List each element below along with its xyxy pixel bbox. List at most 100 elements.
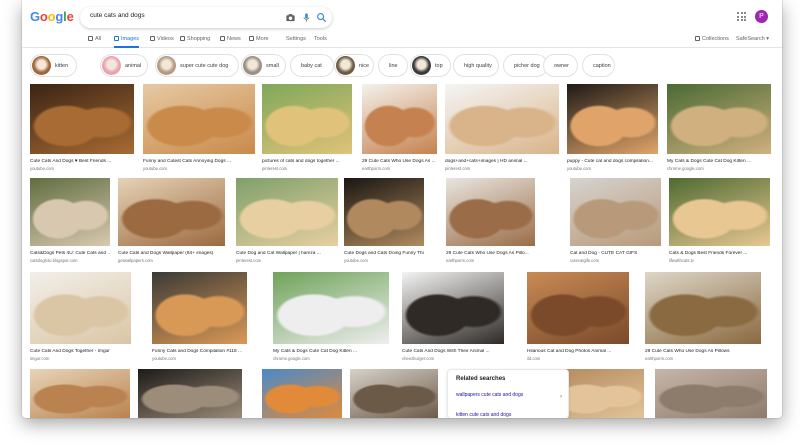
image-result[interactable]: Cute Cats And Dogs ♥ Best Friends ... you… xyxy=(30,84,134,176)
chip-caption[interactable]: caption xyxy=(582,54,615,77)
chip-small[interactable]: small xyxy=(241,54,286,77)
result-title[interactable]: My Cats & Dogs Cute Cat Dog Kitten ... xyxy=(667,159,771,164)
chip-baby-cat[interactable]: baby cat xyxy=(290,54,334,77)
result-thumbnail[interactable] xyxy=(30,369,130,418)
related-search-item[interactable]: kitten cute cats and dogs xyxy=(456,412,562,418)
tab-shopping[interactable]: Shopping xyxy=(180,36,210,48)
collections-link[interactable]: Collections xyxy=(695,36,729,48)
image-result[interactable]: Cats & Dogs Best Friends Forever ... life… xyxy=(669,178,770,268)
result-thumbnail[interactable] xyxy=(527,272,629,344)
image-result[interactable] xyxy=(262,369,342,418)
result-title[interactable]: puppy - Cute cat and dogs compilation... xyxy=(567,159,658,164)
chip-line[interactable]: line xyxy=(378,54,408,77)
image-result[interactable]: Hilarious Cat and Dog Photos Animal ... i… xyxy=(527,272,629,366)
result-title[interactable]: Cute Dogs and Cats Doing Funny Thin... xyxy=(344,251,424,256)
result-title[interactable]: Cute Cats And Dogs Together - Imgur xyxy=(30,349,131,354)
image-result[interactable]: Cats&Dogs Pets 4U: Cute Cats and ... cats… xyxy=(30,178,110,268)
result-title[interactable]: 29 Cute Cats Who Use Dogs As Pillo... xyxy=(446,251,535,256)
image-result[interactable] xyxy=(350,369,438,418)
result-thumbnail[interactable] xyxy=(30,178,110,246)
result-thumbnail[interactable] xyxy=(402,272,504,344)
result-thumbnail[interactable] xyxy=(446,178,535,246)
result-thumbnail[interactable] xyxy=(570,178,661,246)
result-thumbnail[interactable] xyxy=(236,178,338,246)
safesearch-dropdown[interactable]: SafeSearch ▾ xyxy=(736,36,769,48)
result-title[interactable]: Cute Cats and Dogs Wallpaper (84+ images… xyxy=(118,251,225,256)
result-thumbnail[interactable] xyxy=(262,369,342,418)
related-search-item[interactable]: wallpapers cute cats and dogs xyxy=(456,392,562,398)
result-title[interactable]: Hilarious Cat and Dog Photos Animal ... xyxy=(527,349,629,354)
tab-videos[interactable]: Videos xyxy=(150,36,174,48)
image-result[interactable]: Cute Dog and Cat Wallpaper | hamza ... pi… xyxy=(236,178,338,268)
result-thumbnail[interactable] xyxy=(30,272,131,344)
chip-animal[interactable]: animal xyxy=(100,54,148,77)
chip-kitten[interactable]: kitten xyxy=(30,54,77,77)
result-thumbnail[interactable] xyxy=(152,272,247,344)
tab-images[interactable]: Images xyxy=(114,36,140,48)
search-box[interactable]: cute cats and dogs xyxy=(80,7,332,28)
image-result[interactable]: puppy - Cute cat and dogs compilation...… xyxy=(567,84,658,176)
result-title[interactable]: Funny and Cutest Cats Annoying Dogs ... xyxy=(143,159,255,164)
tools-link[interactable]: Tools xyxy=(314,36,327,48)
apps-grid-icon[interactable] xyxy=(737,12,746,21)
image-result[interactable]: My Cats & Dogs Cute Cat Dog Kitten ... ch… xyxy=(273,272,389,366)
chip-high-quality[interactable]: high quality xyxy=(453,54,499,77)
chip-top[interactable]: top xyxy=(410,54,451,77)
image-result[interactable] xyxy=(655,369,767,418)
result-title[interactable]: Funny Cats and Dogs Compilation #118 ... xyxy=(152,349,247,354)
image-result[interactable]: dogs+and+cats+images | HD animal ... pint… xyxy=(445,84,559,176)
image-result[interactable]: 29 Cute Cats Who Use Dogs As Pillo... ear… xyxy=(446,178,535,268)
tab-more[interactable]: More xyxy=(249,36,269,48)
result-thumbnail[interactable] xyxy=(118,178,225,246)
chip-super-cute-cute-dog[interactable]: super cute cute dog xyxy=(155,54,239,77)
result-title[interactable]: 29 Cute Cats Who Use Dogs As ... xyxy=(362,159,437,164)
result-title[interactable]: Cute Dog and Cat Wallpaper | hamza ... xyxy=(236,251,338,256)
image-result[interactable]: Funny Cats and Dogs Compilation #118 ...… xyxy=(152,272,247,366)
result-title[interactable]: Cats & Dogs Best Friends Forever ... xyxy=(669,251,770,256)
result-thumbnail[interactable] xyxy=(362,84,437,154)
image-result[interactable]: Funny and Cutest Cats Annoying Dogs ... y… xyxy=(143,84,255,176)
image-result[interactable]: Cute Dogs and Cats Doing Funny Thin... yo… xyxy=(344,178,424,268)
image-result[interactable]: Cute Cats And Dogs Together - Imgur imgur… xyxy=(30,272,131,366)
result-title[interactable]: Cat and Dog - CUTE CAT GIFS xyxy=(570,251,661,256)
result-title[interactable]: 29 Cute Cats Who Use Dogs As Pillows xyxy=(645,349,761,354)
result-thumbnail[interactable] xyxy=(669,178,770,246)
image-result[interactable]: Cute Cats And Dogs With Their Animal ...… xyxy=(402,272,504,366)
result-thumbnail[interactable] xyxy=(567,84,658,154)
result-thumbnail[interactable] xyxy=(667,84,771,154)
result-title[interactable]: dogs+and+cats+images | HD animal ... xyxy=(445,159,559,164)
image-result[interactable]: 29 Cute Cats Who Use Dogs As Pillows eart… xyxy=(645,272,761,366)
result-title[interactable]: Cats&Dogs Pets 4U: Cute Cats and ... xyxy=(30,251,110,256)
result-title[interactable]: pictures of cats and dogs together ... xyxy=(262,159,352,164)
image-result[interactable]: 29 Cute Cats Who Use Dogs As ... earthpor… xyxy=(362,84,437,176)
result-title[interactable]: Cute Cats And Dogs With Their Animal ... xyxy=(402,349,504,354)
avatar[interactable]: P xyxy=(755,10,768,23)
image-result[interactable]: Cat and Dog - CUTE CAT GIFS cutecatgifs.c… xyxy=(570,178,661,268)
chip-owner[interactable]: owner xyxy=(543,54,578,77)
result-thumbnail[interactable] xyxy=(138,369,242,418)
google-logo[interactable]: Google xyxy=(30,9,74,24)
result-thumbnail[interactable] xyxy=(344,178,424,246)
image-result[interactable] xyxy=(30,369,130,418)
result-title[interactable]: My Cats & Dogs Cute Cat Dog Kitten ... xyxy=(273,349,389,354)
result-thumbnail[interactable] xyxy=(143,84,255,154)
result-thumbnail[interactable] xyxy=(350,369,438,418)
settings-link[interactable]: Settings xyxy=(286,36,306,48)
chip-picher-dog[interactable]: picher dog xyxy=(503,54,548,77)
result-thumbnail[interactable] xyxy=(262,84,352,154)
result-title[interactable]: Cute Cats And Dogs ♥ Best Friends ... xyxy=(30,159,134,164)
image-result[interactable]: Cute Cats and Dogs Wallpaper (84+ images… xyxy=(118,178,225,268)
microphone-icon[interactable] xyxy=(301,12,312,23)
camera-icon[interactable] xyxy=(285,12,296,23)
chip-nice[interactable]: nice xyxy=(334,54,374,77)
search-input[interactable]: cute cats and dogs xyxy=(90,12,145,19)
result-thumbnail[interactable] xyxy=(273,272,389,344)
tab-news[interactable]: News xyxy=(220,36,241,48)
tab-all[interactable]: All xyxy=(88,36,101,48)
image-result[interactable]: My Cats & Dogs Cute Cat Dog Kitten ... ch… xyxy=(667,84,771,176)
result-thumbnail[interactable] xyxy=(645,272,761,344)
result-thumbnail[interactable] xyxy=(655,369,767,418)
result-thumbnail[interactable] xyxy=(30,84,134,154)
image-result[interactable] xyxy=(138,369,242,418)
image-result[interactable]: pictures of cats and dogs together ... pi… xyxy=(262,84,352,176)
